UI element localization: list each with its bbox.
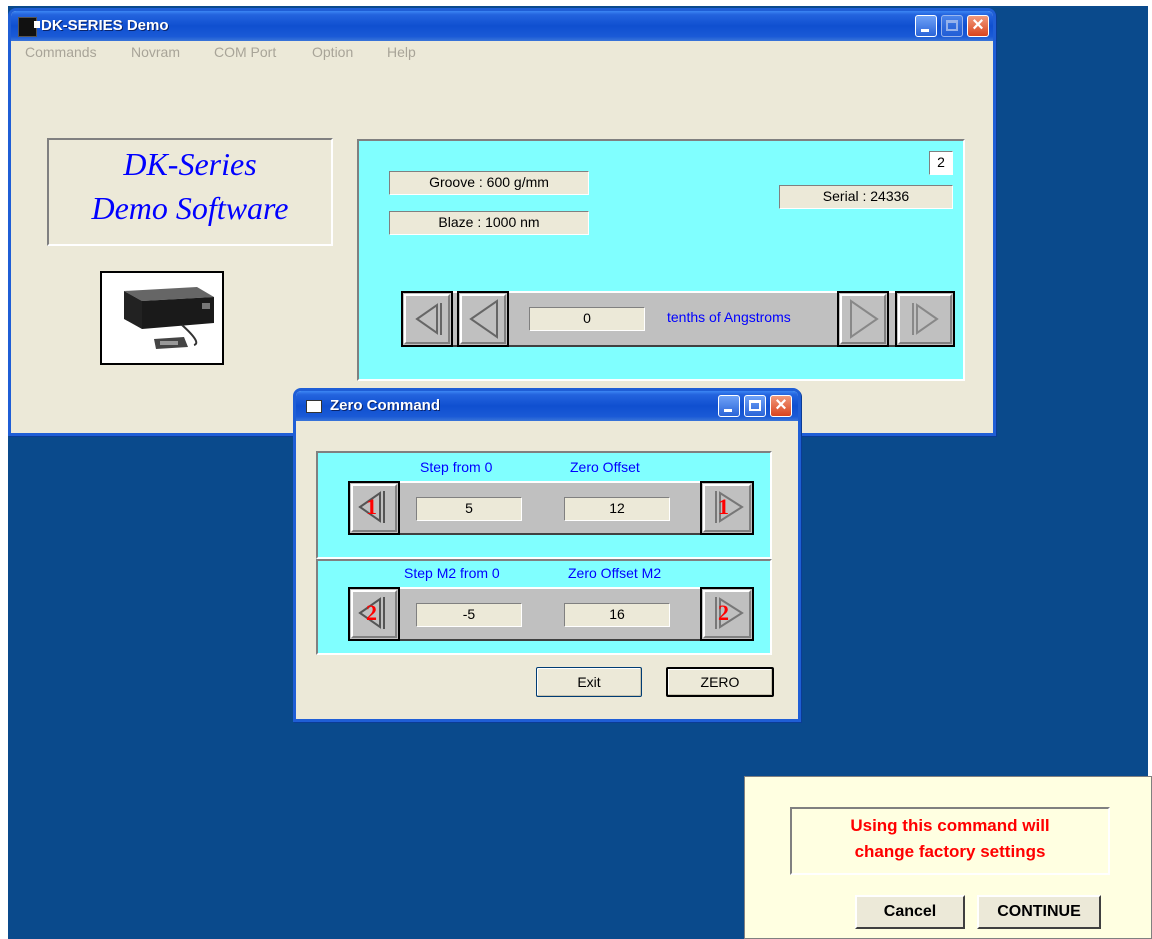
jump-left-button[interactable] — [401, 291, 453, 347]
zero-minimize-button[interactable] — [718, 395, 740, 417]
zero-maximize-button[interactable] — [744, 395, 766, 417]
unit-number: 2 — [929, 151, 953, 175]
close-button[interactable]: × — [967, 14, 989, 37]
menu-com-port[interactable]: COM Port — [214, 44, 276, 60]
m1-offset-value[interactable]: 12 — [564, 497, 670, 521]
m2-step-value[interactable]: -5 — [416, 603, 522, 627]
position-bar: 0 tenths of Angstroms — [401, 291, 955, 347]
step-from-0-label: Step from 0 — [420, 459, 493, 475]
serial-field: Serial : 24336 — [779, 185, 953, 209]
m1-step-value[interactable]: 5 — [416, 497, 522, 521]
continue-button[interactable]: CONTINUE — [977, 895, 1101, 929]
warning-line-1: Using this command will — [850, 816, 1050, 835]
maximize-icon — [946, 20, 958, 31]
m1-bar: 1 5 12 1 — [348, 481, 754, 535]
close-icon: × — [972, 14, 984, 36]
m2-right-button[interactable]: 2 — [700, 587, 754, 641]
cancel-button[interactable]: Cancel — [855, 895, 965, 929]
warning-line-2: change factory settings — [854, 842, 1046, 861]
step-left-icon — [469, 299, 498, 339]
main-window-title: DK-SERIES Demo — [41, 17, 169, 34]
zero-offset-label: Zero Offset — [570, 459, 640, 475]
zero-close-button[interactable]: × — [770, 394, 792, 417]
main-titlebar[interactable]: DK-SERIES Demo × — [11, 11, 993, 41]
m1-panel: Step from 0 Zero Offset 1 5 12 1 — [316, 451, 772, 559]
minimize-button[interactable] — [915, 15, 937, 37]
menu-option[interactable]: Option — [312, 44, 353, 60]
logo-line-1: DK-Series — [123, 146, 257, 182]
m1-left-mark: 1 — [366, 494, 377, 519]
m2-offset-value[interactable]: 16 — [564, 603, 670, 627]
main-window: DK-SERIES Demo × Commands Novram COM Por… — [8, 8, 996, 436]
m2-right-mark: 2 — [718, 600, 729, 625]
zero-command-dialog: Zero Command × Step from 0 Zero Offset 1… — [293, 388, 801, 722]
product-image — [100, 271, 224, 365]
warning-dialog: Using this command will change factory s… — [744, 776, 1152, 939]
folder-icon — [306, 400, 322, 413]
menu-novram[interactable]: Novram — [131, 44, 180, 60]
minimize-icon — [724, 409, 732, 412]
blaze-field: Blaze : 1000 nm — [389, 211, 589, 235]
step-right-button[interactable] — [837, 291, 889, 347]
step-m2-from-0-label: Step M2 from 0 — [404, 565, 500, 581]
m2-left-button[interactable]: 2 — [348, 587, 400, 641]
step-right-icon — [850, 299, 879, 339]
menu-help[interactable]: Help — [387, 44, 416, 60]
maximize-button — [941, 15, 963, 37]
zero-dialog-title: Zero Command — [330, 397, 441, 414]
grating-panel: Groove : 600 g/mm Blaze : 1000 nm 2 Seri… — [357, 139, 965, 381]
monochromator-icon — [124, 287, 214, 349]
m1-right-mark: 1 — [718, 494, 729, 519]
m2-bar: 2 -5 16 2 — [348, 587, 754, 641]
menubar: Commands Novram COM Port Option Help — [11, 41, 993, 63]
m2-panel: Step M2 from 0 Zero Offset M2 2 -5 16 2 — [316, 559, 772, 655]
m2-left-mark: 2 — [366, 600, 377, 625]
logo-line-2: Demo Software — [91, 190, 289, 226]
menu-commands[interactable]: Commands — [25, 44, 97, 60]
app-icon — [18, 17, 40, 37]
step-left-button[interactable] — [457, 291, 509, 347]
minimize-icon — [921, 29, 929, 32]
jump-left-icon — [415, 303, 442, 335]
m1-left-button[interactable]: 1 — [348, 481, 400, 535]
m1-right-button[interactable]: 1 — [700, 481, 754, 535]
zero-offset-m2-label: Zero Offset M2 — [568, 565, 662, 581]
position-units: tenths of Angstroms — [667, 309, 791, 325]
zero-titlebar[interactable]: Zero Command × — [296, 391, 798, 421]
jump-right-icon — [912, 303, 939, 335]
exit-button[interactable]: Exit — [536, 667, 642, 697]
position-value[interactable]: 0 — [529, 307, 645, 331]
maximize-icon — [749, 400, 761, 411]
warning-message-box: Using this command will change factory s… — [790, 807, 1110, 875]
jump-right-button[interactable] — [895, 291, 955, 347]
zero-button[interactable]: ZERO — [666, 667, 774, 697]
groove-field: Groove : 600 g/mm — [389, 171, 589, 195]
logo-panel: DK-Series Demo Software — [47, 138, 333, 246]
close-icon: × — [775, 394, 787, 416]
